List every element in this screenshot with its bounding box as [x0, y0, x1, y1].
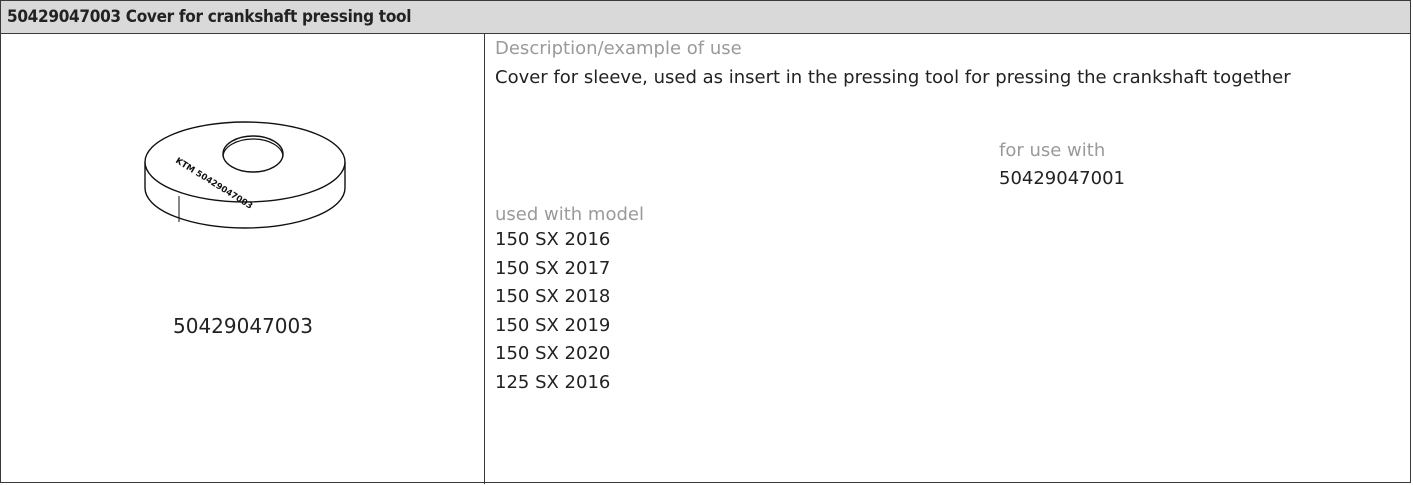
tool-details-panel: Description/example of use Cover for sle…	[485, 34, 1410, 484]
tool-image-panel: KTM 50429047003 50429047003	[1, 34, 485, 484]
model-item: 150 SX 2019	[495, 314, 611, 336]
model-item: 150 SX 2020	[495, 343, 611, 364]
model-item: 150 SX 2018	[495, 286, 611, 307]
tool-body: KTM 50429047003 50429047003 Description/…	[1, 34, 1410, 484]
tool-sheet: 50429047003 Cover for crankshaft pressin…	[0, 0, 1411, 484]
tool-header: 50429047003 Cover for crankshaft pressin…	[1, 1, 1410, 34]
description-label: Description/example of use	[495, 38, 742, 59]
model-item: 150 SX 2017	[495, 257, 611, 279]
for-use-with-label: for use with	[999, 140, 1106, 161]
model-list: 150 SX 2016 150 SX 2017 150 SX 2018 150 …	[495, 226, 610, 397]
cover-disc-image: KTM 50429047003	[144, 121, 346, 229]
model-item: 150 SX 2016	[495, 229, 611, 250]
for-use-with-value: 50429047001	[999, 168, 1125, 189]
description-text: Cover for sleeve, used as insert in the …	[495, 67, 1291, 88]
used-with-model-label: used with model	[495, 204, 644, 225]
tool-title: 50429047003 Cover for crankshaft pressin…	[7, 7, 412, 27]
model-item: 125 SX 2016	[495, 371, 611, 393]
tool-image-label: 50429047003	[173, 314, 313, 338]
